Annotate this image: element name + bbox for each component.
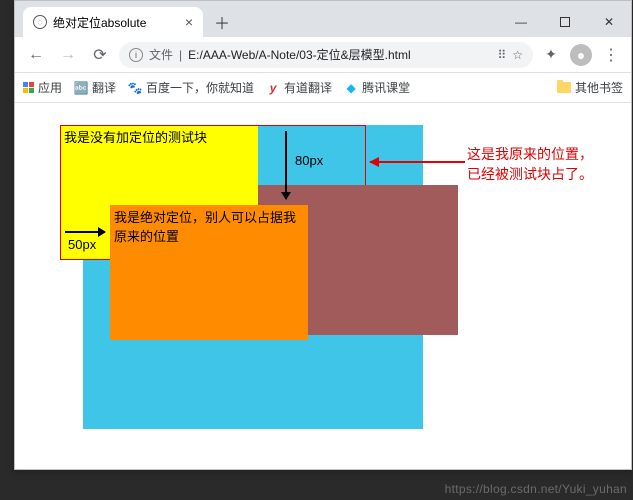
profile-avatar[interactable]: ●: [569, 43, 593, 67]
annotation-arrow: [370, 161, 465, 163]
url-text: E:/AAA-Web/A-Note/03-定位&层模型.html: [188, 46, 491, 63]
bookmark-apps[interactable]: 应用: [23, 79, 62, 96]
globe-icon: ◌: [33, 15, 47, 29]
apps-icon: [23, 82, 34, 93]
bookmark-translate[interactable]: 🔤 翻译: [74, 79, 116, 96]
new-tab-button[interactable]: ＋: [209, 9, 235, 35]
baidu-icon: 🐾: [128, 81, 142, 95]
folder-icon: [557, 82, 571, 93]
watermark: https://blog.csdn.net/Yuki_yuhan: [445, 482, 627, 496]
maximize-button[interactable]: [543, 7, 587, 37]
forward-button[interactable]: →: [55, 42, 81, 68]
menu-button[interactable]: ⋮: [599, 43, 623, 67]
translate-icon[interactable]: ⠿: [497, 48, 506, 62]
url-box[interactable]: i 文件 | E:/AAA-Web/A-Note/03-定位&层模型.html …: [119, 42, 533, 68]
label-80px: 80px: [295, 153, 323, 168]
label-50px: 50px: [68, 237, 96, 252]
reload-button[interactable]: ⟳: [87, 42, 113, 68]
address-bar: ← → ⟳ i 文件 | E:/AAA-Web/A-Note/03-定位&层模型…: [15, 37, 631, 73]
tab-title: 绝对定位absolute: [53, 14, 179, 31]
bookmark-tencent[interactable]: ◆ 腾讯课堂: [344, 79, 410, 96]
avatar-icon: ●: [570, 44, 592, 66]
browser-window: ◌ 绝对定位absolute × ＋ — ✕ ← → ⟳ i 文件 | E:/A…: [14, 0, 632, 470]
arrow-80px: [285, 131, 287, 199]
file-label: 文件: [149, 46, 173, 63]
yellow-box-text: 我是没有加定位的测试块: [64, 130, 207, 145]
site-info-icon[interactable]: i: [129, 48, 143, 62]
extensions-icon[interactable]: ✦: [539, 43, 563, 67]
youdao-icon: y: [266, 81, 280, 95]
arrow-50px: [65, 231, 105, 233]
tencent-icon: ◆: [344, 81, 358, 95]
orange-absolute-box: 我是绝对定位，别人可以占据我原来的位置: [110, 205, 308, 340]
bookmark-youdao[interactable]: y 有道翻译: [266, 79, 332, 96]
minimize-button[interactable]: —: [499, 7, 543, 37]
titlebar: ◌ 绝对定位absolute × ＋ — ✕: [15, 1, 631, 37]
close-window-button[interactable]: ✕: [587, 7, 631, 37]
translate-bm-icon: 🔤: [74, 81, 88, 95]
annotation-text: 这是我原来的位置， 已经被测试块占了。: [467, 145, 593, 184]
window-controls: — ✕: [499, 7, 631, 37]
bookmarks-bar: 应用 🔤 翻译 🐾 百度一下，你就知道 y 有道翻译 ◆ 腾讯课堂 其他书签: [15, 73, 631, 103]
tab-close-icon[interactable]: ×: [185, 14, 193, 30]
bookmark-other[interactable]: 其他书签: [557, 79, 623, 96]
maximize-icon: [560, 17, 570, 27]
bookmark-star-icon[interactable]: ☆: [512, 48, 523, 62]
browser-tab[interactable]: ◌ 绝对定位absolute ×: [23, 7, 203, 37]
bookmark-baidu[interactable]: 🐾 百度一下，你就知道: [128, 79, 254, 96]
orange-box-text: 我是绝对定位，别人可以占据我原来的位置: [114, 210, 296, 244]
page-viewport: 我是没有加定位的测试块 我是绝对定位，别人可以占据我原来的位置 80px 50p…: [15, 103, 631, 469]
back-button[interactable]: ←: [23, 42, 49, 68]
